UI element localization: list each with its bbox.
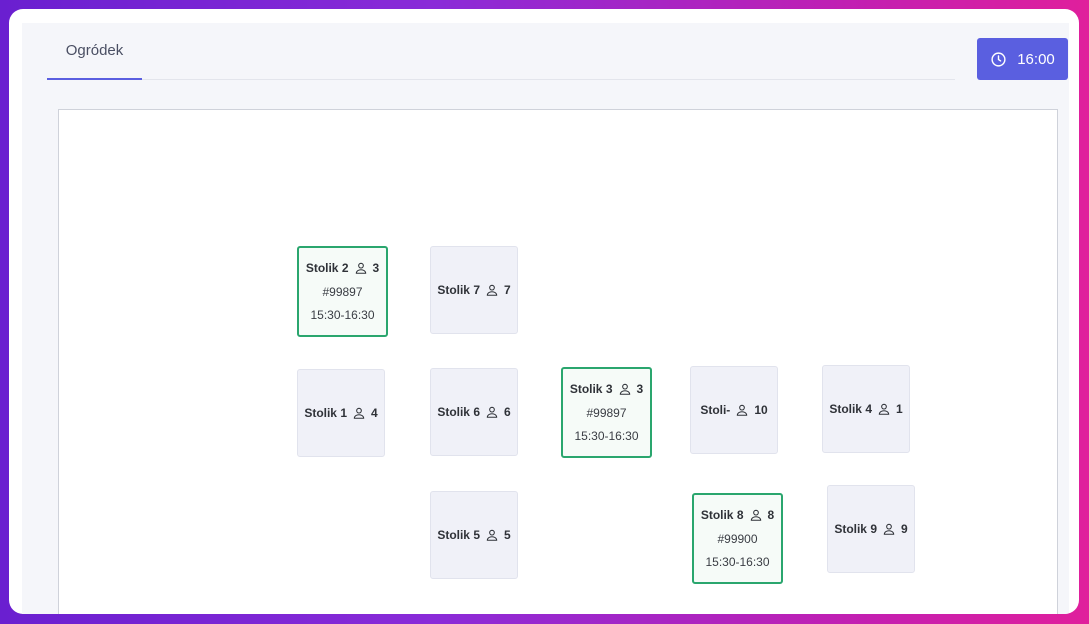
- app-window: Ogródek 16:00 Stolik 2 3 #99897 15:30-16…: [9, 9, 1079, 614]
- table-header: Stolik 2 3: [306, 261, 379, 275]
- table-name: Stolik 8: [700, 508, 744, 522]
- person-icon: [750, 509, 761, 521]
- reservation-time: 15:30-16:30: [705, 555, 770, 569]
- reservation-time: 15:30-16:30: [310, 308, 375, 322]
- person-icon: [355, 262, 366, 274]
- table-name: Stolik 9: [834, 522, 877, 536]
- table-name: Stolik 3: [569, 382, 613, 396]
- person-icon: [486, 529, 498, 541]
- table-card[interactable]: Stolik 7 7: [430, 246, 518, 334]
- table-header: Stolik 7 7: [437, 283, 510, 297]
- table-card[interactable]: Stolik 5 5: [430, 491, 518, 579]
- table-seats: 3: [636, 382, 644, 396]
- table-seats: 3: [372, 261, 380, 275]
- table-name: Stolik 7: [437, 283, 480, 297]
- person-icon: [353, 407, 365, 419]
- table-header: Stolik 1 4: [304, 406, 377, 420]
- table-name: Stolik 1: [304, 406, 347, 420]
- content-panel: Ogródek 16:00 Stolik 2 3 #99897 15:30-16…: [22, 23, 1069, 614]
- reservation-number: #99897: [586, 406, 627, 420]
- table-seats: 1: [896, 402, 903, 416]
- table-card[interactable]: Stolik 8 8 #99900 15:30-16:30: [692, 493, 783, 584]
- person-icon: [878, 403, 890, 415]
- table-card[interactable]: Stolik 2 3 #99897 15:30-16:30: [297, 246, 388, 337]
- table-card[interactable]: Stolik 1 4: [297, 369, 385, 457]
- table-header: Stolik 4 1: [829, 402, 902, 416]
- person-icon: [486, 406, 498, 418]
- reservation-time: 15:30-16:30: [574, 429, 639, 443]
- table-header: Stolik 9 9: [834, 522, 907, 536]
- table-card[interactable]: Stolik 9 9: [827, 485, 915, 573]
- table-seats: 9: [901, 522, 908, 536]
- tab-bar: Ogródek: [47, 23, 955, 80]
- tab-ogrodek[interactable]: Ogródek: [47, 23, 142, 80]
- person-icon: [883, 523, 895, 535]
- person-icon: [486, 284, 498, 296]
- table-seats: 6: [504, 405, 511, 419]
- table-seats: 8: [767, 508, 775, 522]
- table-header: Stolik 8 8: [701, 508, 774, 522]
- reservation-number: #99897: [322, 285, 363, 299]
- table-header: Stolik 6 6: [437, 405, 510, 419]
- table-name: Stolik 5: [437, 528, 480, 542]
- table-header: Stolik 5 5: [437, 528, 510, 542]
- table-name: Stoli-: [700, 403, 731, 417]
- time-button[interactable]: 16:00: [977, 38, 1068, 80]
- table-card[interactable]: Stolik 4 1: [822, 365, 910, 453]
- table-name: Stolik 2: [305, 261, 349, 275]
- table-name: Stolik 6: [437, 405, 480, 419]
- table-seats: 4: [371, 406, 378, 420]
- clock-icon: [991, 51, 1006, 67]
- person-icon: [619, 383, 630, 395]
- table-card[interactable]: Stoli- 10: [690, 366, 778, 454]
- table-header: Stolik 3 3: [570, 382, 643, 396]
- table-card[interactable]: Stolik 3 3 #99897 15:30-16:30: [561, 367, 652, 458]
- person-icon: [737, 404, 748, 416]
- table-name: Stolik 4: [829, 402, 872, 416]
- table-card[interactable]: Stolik 6 6: [430, 368, 518, 456]
- table-seats: 7: [504, 283, 511, 297]
- time-label: 16:00: [1017, 50, 1055, 68]
- floor-plan: Stolik 2 3 #99897 15:30-16:30 Stolik 7 7…: [58, 109, 1058, 614]
- table-seats: 5: [504, 528, 511, 542]
- table-header: Stoli- 10: [700, 403, 767, 417]
- reservation-number: #99900: [717, 532, 758, 546]
- table-seats: 10: [754, 403, 768, 417]
